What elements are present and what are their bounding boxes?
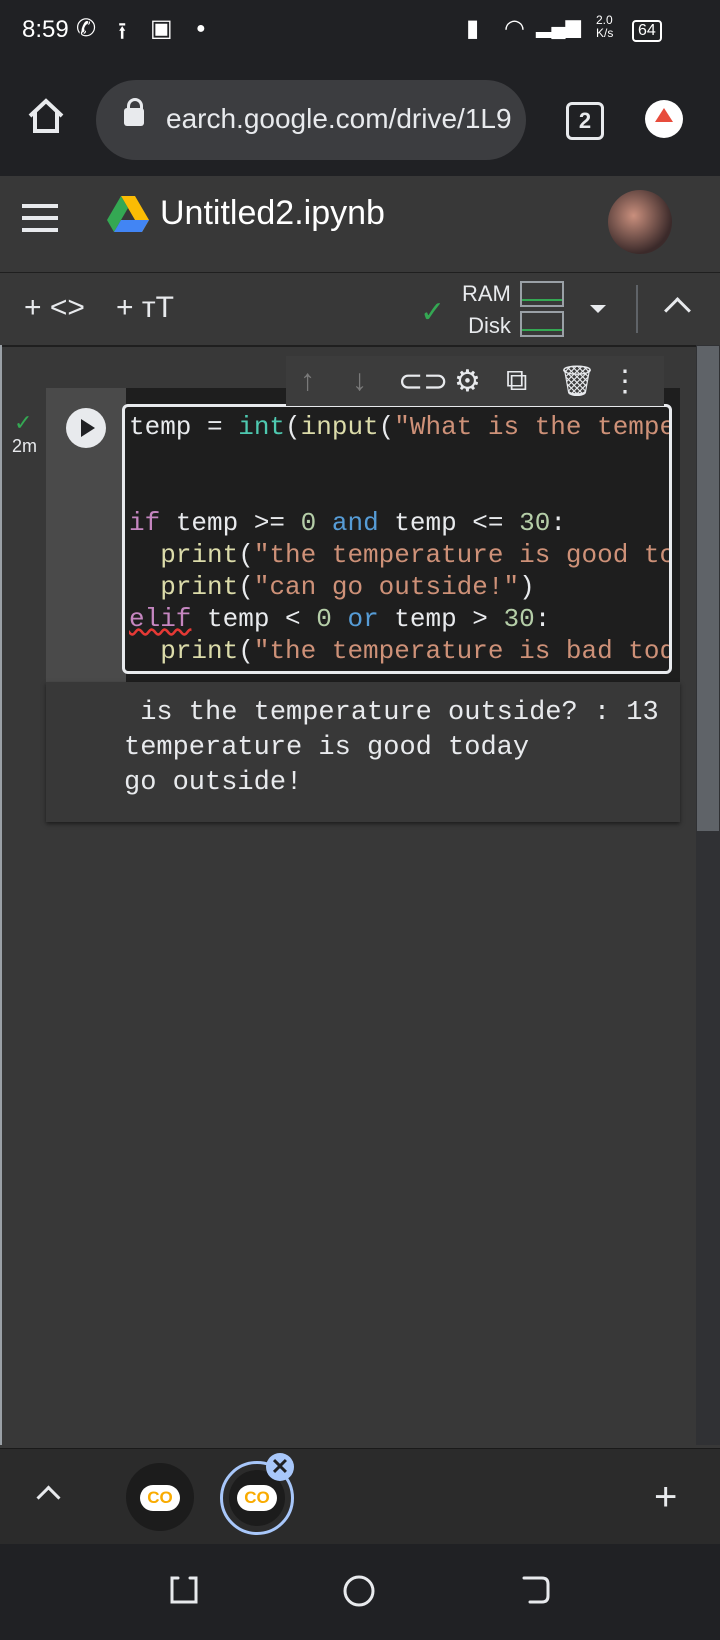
recent-apps-icon[interactable] (168, 1574, 200, 1606)
connected-check-icon: ✓ (420, 296, 446, 329)
link-icon[interactable]: ⊂⊃ (398, 364, 448, 399)
call-forward-icon: ✆ (76, 15, 97, 42)
system-nav-bar (0, 1544, 720, 1640)
wifi-icon: ◠ (504, 15, 525, 42)
left-border (0, 345, 2, 1445)
tab-colab-1[interactable]: CO (126, 1463, 194, 1531)
dot-icon: ● (196, 20, 206, 37)
disk-bar (520, 311, 564, 337)
add-code-button[interactable]: + <> (24, 291, 85, 325)
output-text: is the temperature outside? : 13 tempera… (124, 698, 659, 798)
home-nav-icon[interactable] (342, 1574, 376, 1608)
menu-icon[interactable] (22, 204, 58, 240)
signal-icon: ▂▄▆ (536, 16, 581, 38)
colab-icon: CO (140, 1485, 180, 1511)
mirror-cell-icon[interactable]: ⧉ (506, 364, 527, 398)
notebook-title[interactable]: Untitled2.ipynb (160, 194, 385, 233)
expand-tabs-icon[interactable] (36, 1485, 61, 1510)
url-text[interactable]: earch.google.com/drive/1L9 (166, 103, 512, 135)
code-text[interactable]: temp = int(input("What is the tempe if t… (129, 411, 669, 671)
close-tab-button[interactable]: ✕ (266, 1453, 294, 1481)
ram-bar (520, 281, 564, 307)
collapse-icon[interactable] (664, 297, 691, 324)
execution-status-icon: ✓ (14, 410, 33, 435)
browser-toolbar: earch.google.com/drive/1L9 2 (0, 64, 720, 176)
upload-icon: ⭱ (118, 18, 127, 45)
address-bar[interactable]: earch.google.com/drive/1L9 (96, 80, 526, 160)
resource-indicator[interactable]: RAM Disk (462, 281, 511, 339)
vibrate-icon: ▮ (466, 15, 480, 42)
back-icon[interactable] (520, 1574, 552, 1606)
ram-label: RAM (462, 281, 511, 306)
move-up-icon[interactable]: ↑ (300, 364, 315, 398)
new-tab-button[interactable]: + (654, 1475, 677, 1520)
disk-label: Disk (468, 313, 511, 338)
avatar[interactable] (608, 190, 672, 254)
add-text-button[interactable]: + тT (116, 291, 174, 325)
move-down-icon[interactable]: ↓ (352, 364, 367, 398)
runtime-dropdown-icon[interactable] (590, 305, 606, 313)
status-time: 8:59 (22, 16, 69, 43)
code-editor[interactable]: temp = int(input("What is the tempe if t… (122, 404, 672, 674)
lock-icon (124, 98, 144, 126)
more-options-icon[interactable]: ⋮ (610, 364, 640, 399)
tab-strip: CO CO ✕ + (0, 1448, 720, 1545)
google-drive-icon[interactable] (106, 194, 150, 234)
colab-icon: CO (237, 1485, 277, 1511)
cell-output: is the temperature outside? : 13 tempera… (46, 682, 680, 822)
notification-icon: ▣ (150, 15, 173, 42)
run-cell-button[interactable] (66, 408, 106, 448)
notebook-toolbar: + <> + тT ✓ RAM Disk (0, 273, 720, 347)
delete-icon[interactable]: 🗑 (558, 364, 596, 399)
home-icon[interactable] (26, 96, 66, 136)
settings-icon[interactable]: ⚙ (454, 364, 481, 399)
tab-count-button[interactable]: 2 (566, 102, 604, 140)
update-icon[interactable] (645, 100, 683, 138)
scrollbar-thumb[interactable] (697, 346, 719, 831)
battery-icon: 64 (632, 20, 662, 42)
execution-duration: 2m (12, 436, 38, 456)
notebook-header: Untitled2.ipynb (0, 176, 720, 273)
divider (636, 285, 638, 333)
status-bar: 8:59 ✆ ⭱ ▣ ● ▮ ◠ ▂▄▆ 2.0 K/s 64 (0, 0, 720, 64)
cell-toolbar: ↑ ↓ ⊂⊃ ⚙ ⧉ 🗑 ⋮ (286, 356, 664, 406)
net-speed: 2.0 K/s (596, 13, 614, 40)
